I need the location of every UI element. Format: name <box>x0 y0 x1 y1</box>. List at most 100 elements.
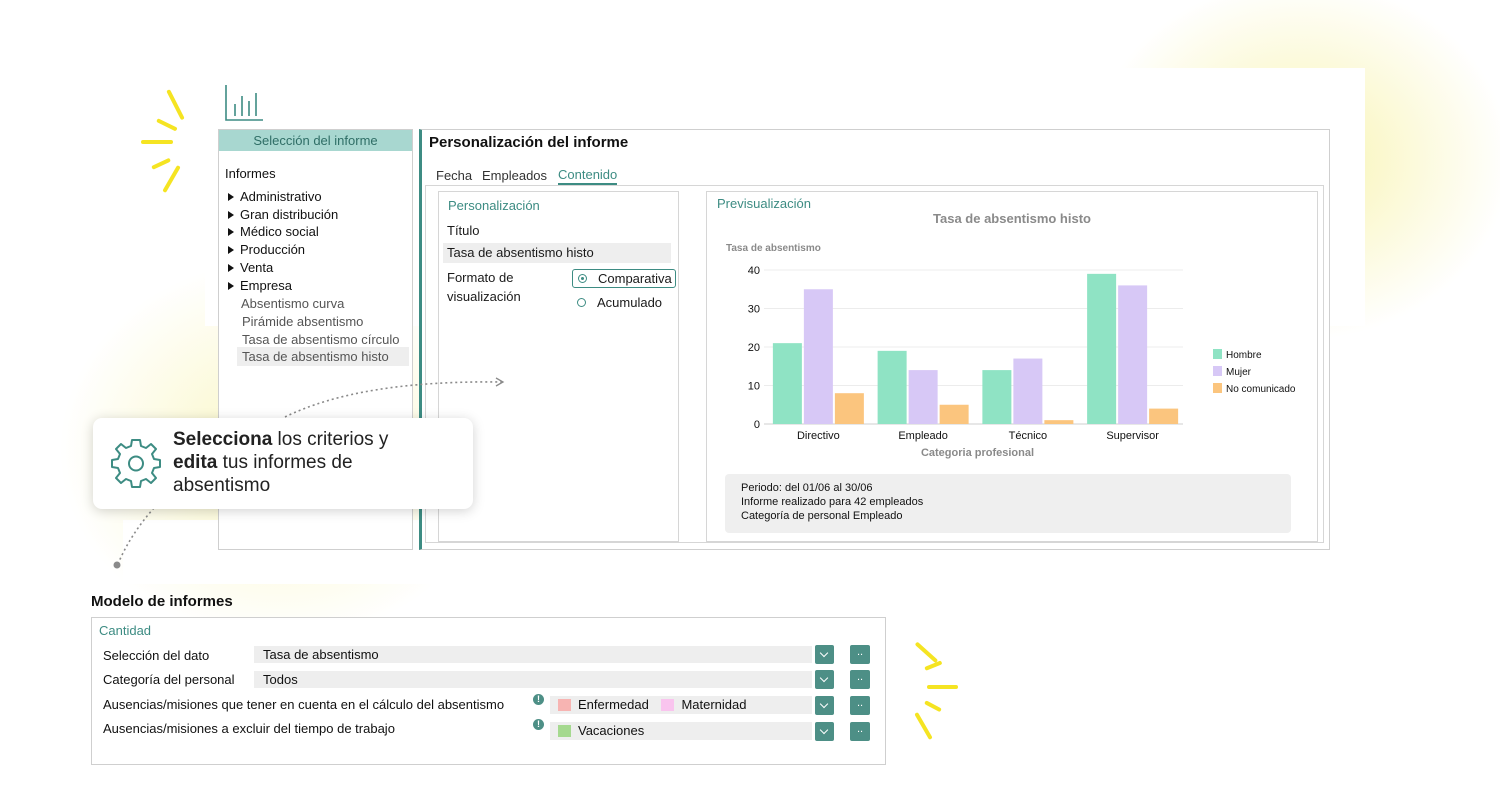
decorative-ray <box>924 700 942 713</box>
more-options-button[interactable]: .. <box>850 645 870 664</box>
callout-text-3: absentismo <box>173 475 271 496</box>
gear-icon <box>111 439 161 488</box>
reports-title: Informes <box>225 166 276 181</box>
callout-bold-2: edita <box>173 452 218 473</box>
chevron-down-icon[interactable] <box>815 670 834 689</box>
color-chip <box>661 698 675 711</box>
absences-exclude-select[interactable]: Vacaciones <box>550 722 812 740</box>
decorative-ray <box>141 140 173 144</box>
tab-empleados[interactable]: Empleados <box>482 168 547 183</box>
legend-swatch <box>1213 366 1222 376</box>
decorative-ray <box>166 89 185 121</box>
info-category: Categoría de personal Empleado <box>741 510 903 522</box>
decorative-ray <box>914 641 939 664</box>
bar-directivo-mujer <box>803 289 833 424</box>
info-period: Periodo: del 01/06 al 30/06 <box>741 482 873 494</box>
preview-box: Previsualización Tasa de absentismo hist… <box>706 191 1318 542</box>
report-customization-panel: Personalización del informe Fecha Emplea… <box>419 129 1330 550</box>
panel-header: Selección del informe <box>219 130 412 151</box>
tree-item-empresa[interactable]: Empresa <box>228 278 292 293</box>
section-heading: Personalización <box>448 198 540 213</box>
x-tick-label: Directivo <box>797 430 840 442</box>
y-tick-label: 0 <box>754 419 760 431</box>
legend-swatch <box>1213 383 1222 393</box>
bar-empleado-mujer <box>908 370 938 424</box>
color-chip <box>558 698 571 711</box>
data-selection-select[interactable]: Tasa de absentismo <box>254 646 812 663</box>
radio-selected-icon <box>578 274 587 283</box>
decorative-ray <box>162 165 181 193</box>
info-employees: Informe realizado para 42 empleados <box>741 496 924 508</box>
tree-item-produccion[interactable]: Producción <box>228 242 305 257</box>
report-item-histo[interactable]: Tasa de absentismo histo <box>242 349 389 364</box>
title-input[interactable]: Tasa de absentismo histo <box>443 243 671 263</box>
bar-supervisor-no-comunicado <box>1149 408 1179 424</box>
report-item-piramide[interactable]: Pirámide absentismo <box>242 314 363 329</box>
bar-chart-icon <box>225 85 263 121</box>
tree-item-gran-distribucion[interactable]: Gran distribución <box>228 207 338 222</box>
tree-item-medico-social[interactable]: Médico social <box>228 224 319 239</box>
caret-right-icon <box>228 227 234 236</box>
report-info-box: Periodo: del 01/06 al 30/06 Informe real… <box>725 474 1291 533</box>
x-tick-label: Técnico <box>1009 430 1048 442</box>
y-axis-label: Tasa de absentismo <box>726 243 821 254</box>
chevron-down-icon[interactable] <box>815 722 834 741</box>
tab-fecha[interactable]: Fecha <box>436 168 472 183</box>
caret-right-icon <box>228 210 234 219</box>
bar-directivo-no-comunicado <box>834 393 864 424</box>
decorative-ray <box>914 712 933 740</box>
legend-label: Hombre <box>1226 350 1262 361</box>
chevron-down-icon[interactable] <box>815 696 834 715</box>
bar-supervisor-hombre <box>1087 273 1117 424</box>
feature-callout: Selecciona los criterios y edita tus inf… <box>93 418 473 509</box>
caret-right-icon <box>228 245 234 254</box>
callout-bold-1: Selecciona <box>173 429 273 450</box>
absence-rate-chart: Tasa de absentismo histo Tasa de absentis… <box>726 211 1296 459</box>
chip-label: Vacaciones <box>578 723 645 738</box>
row-label-ausencias-incluir: Ausencias/misiones que tener en cuenta e… <box>103 697 505 712</box>
absences-include-select[interactable]: Enfermedad Maternidad <box>550 696 812 714</box>
option-acumulado-label: Acumulado <box>597 295 663 310</box>
staff-category-select[interactable]: Todos <box>254 671 812 688</box>
x-tick-label: Supervisor <box>1106 430 1159 442</box>
more-options-button[interactable]: .. <box>850 722 870 741</box>
bar-técnico-hombre <box>982 370 1012 424</box>
more-options-button[interactable]: .. <box>850 696 870 715</box>
row-label-categoria: Categoría del personal <box>103 672 235 687</box>
info-icon: ! <box>533 719 544 730</box>
chart-title: Tasa de absentismo histo <box>933 211 1091 226</box>
decorative-ray <box>156 118 178 132</box>
legend-label: Mujer <box>1226 367 1252 378</box>
report-item-absentismo-curva[interactable]: Absentismo curva <box>241 296 344 311</box>
format-label-2: visualización <box>447 289 521 304</box>
color-chip <box>558 724 571 737</box>
callout-text-1: los criterios y <box>272 429 389 450</box>
y-tick-label: 40 <box>748 265 760 277</box>
more-options-button[interactable]: .. <box>850 670 870 689</box>
decorative-ray <box>927 685 958 689</box>
caret-right-icon <box>228 263 234 272</box>
x-axis-label: Categoria profesional <box>921 447 1034 459</box>
tree-item-venta[interactable]: Venta <box>228 260 273 275</box>
y-tick-label: 10 <box>748 381 760 393</box>
chevron-down-icon[interactable] <box>815 645 834 664</box>
y-tick-label: 30 <box>748 304 760 316</box>
bar-técnico-no-comunicado <box>1044 420 1074 424</box>
y-tick-label: 20 <box>748 342 760 354</box>
bar-técnico-mujer <box>1013 358 1043 424</box>
tree-item-administrativo[interactable]: Administrativo <box>228 189 322 204</box>
caret-right-icon <box>228 281 234 290</box>
option-comparativa[interactable]: Comparativa <box>572 269 676 288</box>
radio-acumulado[interactable] <box>577 298 586 307</box>
tab-contenido[interactable]: Contenido <box>558 167 618 186</box>
format-label: Formato de <box>447 270 514 285</box>
row-label-ausencias-excluir: Ausencias/misiones a excluir del tiempo … <box>103 721 395 736</box>
decorative-ray <box>151 157 171 170</box>
bar-empleado-no-comunicado <box>939 404 969 424</box>
bar-empleado-hombre <box>877 350 907 424</box>
quantity-heading: Cantidad <box>99 623 152 638</box>
report-item-circulo[interactable]: Tasa de absentismo círculo <box>242 332 400 347</box>
row-label-dato: Selección del dato <box>103 648 210 663</box>
legend-label: No comunicado <box>1226 384 1296 395</box>
page-title: Personalización del informe <box>429 134 629 151</box>
